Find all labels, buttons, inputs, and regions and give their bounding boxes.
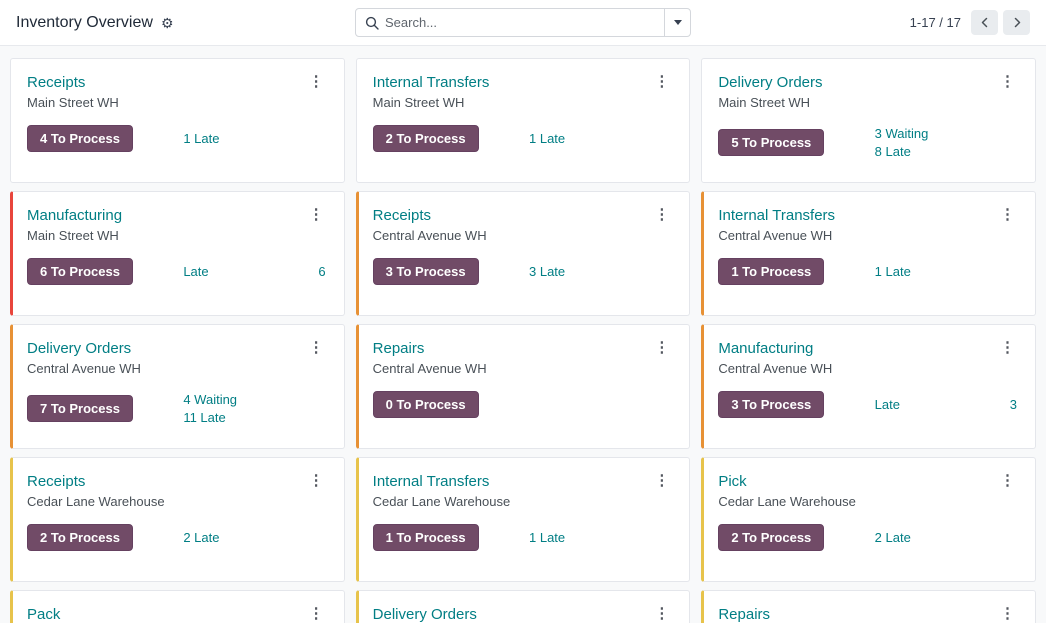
kanban-card[interactable]: Delivery Orders ⋮ — [355, 590, 691, 623]
to-process-button[interactable]: 2 To Process — [27, 524, 133, 551]
operation-type-title[interactable]: Repairs — [718, 605, 770, 623]
late-link[interactable]: 1 Late — [875, 263, 1019, 280]
late-link[interactable]: 11 Late — [183, 409, 327, 426]
late-link[interactable]: 1 Late — [529, 529, 673, 546]
kebab-menu-icon[interactable]: ⋮ — [305, 73, 328, 91]
gear-icon[interactable]: ⚙ — [161, 16, 174, 30]
operation-type-title[interactable]: Internal Transfers — [373, 472, 511, 492]
warehouse-name: Central Avenue WH — [372, 361, 487, 376]
warehouse-name: Central Avenue WH — [718, 361, 833, 376]
to-process-button[interactable]: 6 To Process — [27, 258, 133, 285]
kebab-menu-icon[interactable]: ⋮ — [650, 339, 673, 357]
operation-type-title[interactable]: Pack — [27, 605, 60, 623]
kebab-menu-icon[interactable]: ⋮ — [305, 605, 328, 623]
search-dropdown-toggle[interactable] — [664, 9, 690, 36]
kebab-menu-icon[interactable]: ⋮ — [996, 73, 1019, 91]
late-link[interactable]: 1 Late — [183, 130, 327, 147]
kanban-card[interactable]: Pack ⋮ — [10, 590, 345, 623]
pager-next-button[interactable] — [1003, 10, 1030, 35]
late-link[interactable]: 8 Late — [875, 143, 1019, 160]
operation-type-title[interactable]: Internal Transfers — [718, 206, 835, 226]
warehouse-name: Central Avenue WH — [27, 361, 141, 376]
warehouse-name: Main Street WH — [27, 95, 119, 110]
top-bar: Inventory Overview ⚙ 1-17 / 17 — [0, 0, 1046, 46]
kebab-menu-icon[interactable]: ⋮ — [996, 605, 1019, 623]
kanban-card[interactable]: Delivery Orders Central Avenue WH ⋮ 7 To… — [10, 324, 345, 449]
search-bar[interactable] — [355, 8, 691, 37]
operation-type-title[interactable]: Manufacturing — [718, 339, 832, 359]
pager-range: 1-17 / 17 — [909, 15, 961, 30]
late-link[interactable]: 3 Late — [529, 263, 673, 280]
warehouse-name: Main Street WH — [718, 95, 811, 110]
kanban-card[interactable]: Manufacturing Main Street WH ⋮ 6 To Proc… — [10, 191, 345, 316]
operation-type-title[interactable]: Delivery Orders — [373, 605, 477, 623]
warehouse-name: Cedar Lane Warehouse — [27, 494, 165, 509]
to-process-button[interactable]: 2 To Process — [372, 125, 479, 152]
late-count[interactable]: 3 — [1010, 397, 1017, 412]
to-process-button[interactable]: 3 To Process — [718, 391, 825, 418]
late-link[interactable]: Late — [183, 263, 208, 280]
operation-type-title[interactable]: Pick — [718, 472, 856, 492]
kebab-menu-icon[interactable]: ⋮ — [305, 339, 328, 357]
to-process-button[interactable]: 0 To Process — [372, 391, 479, 418]
operation-type-title[interactable]: Repairs — [373, 339, 487, 359]
kanban-card[interactable]: Internal Transfers Main Street WH ⋮ 2 To… — [355, 58, 691, 183]
kebab-menu-icon[interactable]: ⋮ — [305, 472, 328, 490]
to-process-button[interactable]: 5 To Process — [718, 129, 825, 156]
waiting-link[interactable]: 3 Waiting — [875, 125, 1019, 142]
caret-down-icon — [673, 20, 682, 25]
warehouse-name: Cedar Lane Warehouse — [718, 494, 856, 509]
to-process-button[interactable]: 4 To Process — [27, 125, 133, 152]
warehouse-name: Central Avenue WH — [372, 228, 487, 243]
kanban-card[interactable]: Internal Transfers Cedar Lane Warehouse … — [355, 457, 691, 582]
kebab-menu-icon[interactable]: ⋮ — [650, 472, 673, 490]
warehouse-name: Main Street WH — [27, 228, 119, 243]
to-process-button[interactable]: 3 To Process — [372, 258, 479, 285]
chevron-left-icon — [981, 17, 987, 28]
to-process-button[interactable]: 1 To Process — [718, 258, 825, 285]
operation-type-title[interactable]: Receipts — [373, 206, 487, 226]
kanban-card[interactable]: Manufacturing Central Avenue WH ⋮ 3 To P… — [701, 324, 1036, 449]
kebab-menu-icon[interactable]: ⋮ — [650, 605, 673, 623]
search-input[interactable] — [385, 15, 664, 30]
kanban-card[interactable]: Receipts Main Street WH ⋮ 4 To Process 1… — [10, 58, 345, 183]
chevron-right-icon — [1014, 17, 1020, 28]
warehouse-name: Main Street WH — [372, 95, 465, 110]
warehouse-name: Central Avenue WH — [718, 228, 833, 243]
waiting-link[interactable]: 4 Waiting — [183, 391, 327, 408]
kebab-menu-icon[interactable]: ⋮ — [305, 206, 328, 224]
to-process-button[interactable]: 1 To Process — [372, 524, 479, 551]
operation-type-title[interactable]: Delivery Orders — [27, 339, 141, 359]
page-title: Inventory Overview — [16, 13, 153, 31]
late-link[interactable]: 2 Late — [183, 529, 327, 546]
kanban-card[interactable]: Repairs ⋮ — [701, 590, 1036, 623]
late-count[interactable]: 6 — [318, 264, 325, 279]
search-icon — [356, 16, 385, 30]
kebab-menu-icon[interactable]: ⋮ — [996, 472, 1019, 490]
operation-type-title[interactable]: Receipts — [27, 472, 165, 492]
operation-type-title[interactable]: Receipts — [27, 73, 119, 93]
kebab-menu-icon[interactable]: ⋮ — [996, 206, 1019, 224]
warehouse-name: Cedar Lane Warehouse — [372, 494, 511, 509]
kebab-menu-icon[interactable]: ⋮ — [650, 206, 673, 224]
operation-type-title[interactable]: Delivery Orders — [718, 73, 822, 93]
kanban-card[interactable]: Internal Transfers Central Avenue WH ⋮ 1… — [701, 191, 1036, 316]
late-link[interactable]: 2 Late — [875, 529, 1019, 546]
kanban-card[interactable]: Delivery Orders Main Street WH ⋮ 5 To Pr… — [701, 58, 1036, 183]
pager-prev-button[interactable] — [971, 10, 998, 35]
kanban-grid: Receipts Main Street WH ⋮ 4 To Process 1… — [0, 46, 1046, 623]
kanban-card[interactable]: Receipts Central Avenue WH ⋮ 3 To Proces… — [355, 191, 691, 316]
operation-type-title[interactable]: Manufacturing — [27, 206, 122, 226]
operation-type-title[interactable]: Internal Transfers — [373, 73, 490, 93]
late-link[interactable]: Late — [875, 396, 900, 413]
kebab-menu-icon[interactable]: ⋮ — [996, 339, 1019, 357]
late-link[interactable]: 1 Late — [529, 130, 673, 147]
kanban-card[interactable]: Pick Cedar Lane Warehouse ⋮ 2 To Process… — [701, 457, 1036, 582]
kanban-card[interactable]: Repairs Central Avenue WH ⋮ 0 To Process — [355, 324, 691, 449]
kanban-card[interactable]: Receipts Cedar Lane Warehouse ⋮ 2 To Pro… — [10, 457, 345, 582]
kebab-menu-icon[interactable]: ⋮ — [650, 73, 673, 91]
to-process-button[interactable]: 2 To Process — [718, 524, 825, 551]
to-process-button[interactable]: 7 To Process — [27, 395, 133, 422]
